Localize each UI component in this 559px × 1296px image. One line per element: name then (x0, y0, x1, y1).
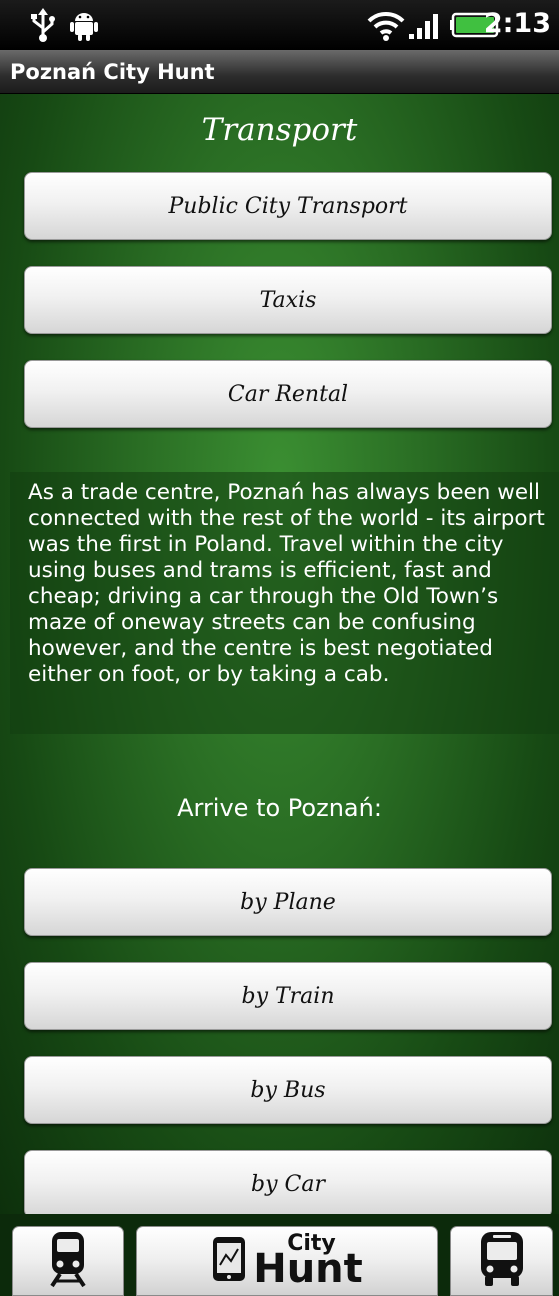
status-bar: 2:13 (0, 0, 559, 50)
bus-icon (477, 1230, 527, 1292)
clock: 2:13 (483, 8, 551, 39)
by-train-button[interactable]: by Train (24, 962, 552, 1030)
car-rental-button[interactable]: Car Rental (24, 360, 552, 428)
train-tab-button[interactable] (12, 1226, 124, 1296)
bottom-nav-bar: City Hunt (0, 1214, 559, 1296)
main-content: Transport Public City Transport Taxis Ca… (0, 94, 559, 1218)
train-icon (46, 1230, 90, 1292)
signal-icon (406, 6, 442, 44)
public-city-transport-button[interactable]: Public City Transport (24, 172, 552, 240)
usb-icon (28, 6, 58, 44)
transport-description: As a trade centre, Poznań has always bee… (28, 480, 545, 687)
city-hunt-logo: City Hunt (253, 1233, 363, 1292)
taxis-button[interactable]: Taxis (24, 266, 552, 334)
by-plane-button[interactable]: by Plane (24, 868, 552, 936)
logo-hunt-text: Hunt (253, 1246, 363, 1292)
android-icon (68, 6, 100, 44)
bus-tab-button[interactable] (450, 1226, 553, 1296)
city-hunt-home-button[interactable]: City Hunt (136, 1226, 438, 1296)
app-title: Poznań City Hunt (10, 60, 215, 84)
by-car-button[interactable]: by Car (24, 1150, 552, 1218)
app-title-bar: Poznań City Hunt (0, 50, 559, 94)
page-title: Transport (201, 112, 358, 148)
arrive-heading: Arrive to Poznań: (177, 794, 382, 822)
by-bus-button[interactable]: by Bus (24, 1056, 552, 1124)
phone-map-icon (211, 1235, 247, 1287)
wifi-icon (366, 6, 406, 44)
